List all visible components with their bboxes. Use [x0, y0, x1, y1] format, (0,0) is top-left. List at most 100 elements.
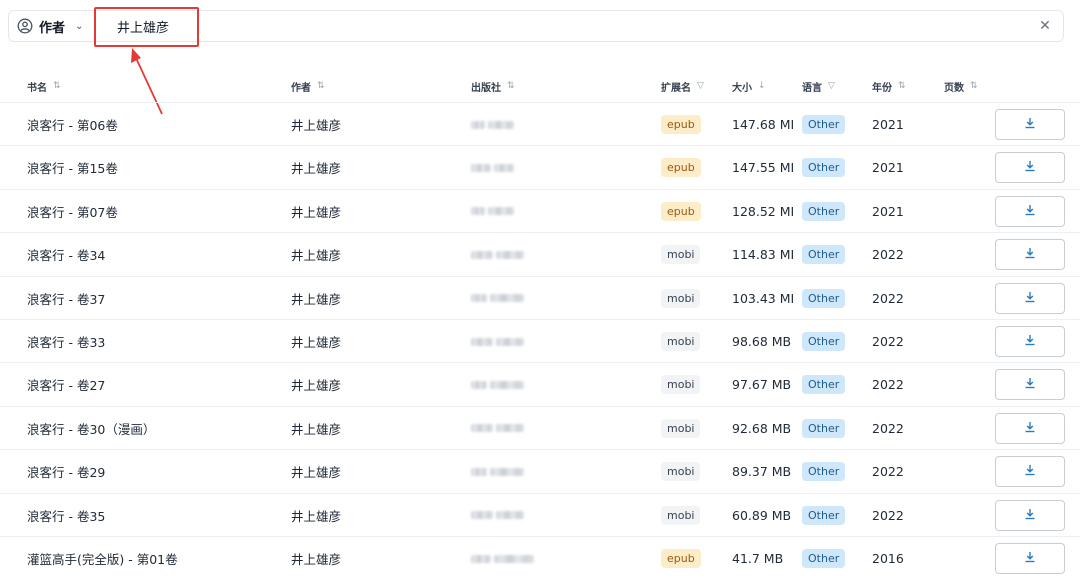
search-field-select[interactable]: 作者 ⌄ [17, 11, 83, 41]
book-title[interactable]: 浪客行 - 卷29 [27, 450, 105, 493]
download-button[interactable] [995, 282, 1065, 314]
language-badge: Other [802, 549, 846, 568]
download-cell [995, 494, 1065, 537]
search-bar: 作者 ⌄ ✕ [8, 10, 1064, 42]
extension-cell: epub [661, 146, 701, 189]
publisher-redacted [471, 146, 514, 189]
sort-icon: ⇅ [970, 81, 978, 91]
language-badge: Other [802, 462, 846, 482]
download-button[interactable] [995, 195, 1065, 227]
file-size: 89.37 MB [732, 464, 792, 480]
column-header-author[interactable]: 作者 ⇅ [291, 72, 325, 100]
file-size: 92.68 MB [732, 420, 792, 436]
column-header-pages[interactable]: 页数 ⇅ [944, 72, 978, 100]
book-title[interactable]: 浪客行 - 第07卷 [27, 190, 118, 233]
publisher-redacted [471, 277, 524, 320]
book-title[interactable]: 浪客行 - 第06卷 [27, 103, 118, 146]
table-row[interactable]: 浪客行 - 卷29 井上雄彦 mobi 89.37 MB Other 2022 [0, 449, 1080, 492]
download-button[interactable] [995, 543, 1065, 574]
year: 2022 [872, 420, 904, 436]
search-input[interactable] [107, 11, 927, 41]
year: 2022 [872, 290, 904, 306]
book-title[interactable]: 浪客行 - 卷30（漫画） [27, 407, 155, 450]
download-button[interactable] [995, 412, 1065, 444]
publisher-redacted [471, 233, 524, 276]
table-row[interactable]: 浪客行 - 第06卷 井上雄彦 epub 147.68 MI Other 2021 [0, 102, 1080, 145]
column-header-language[interactable]: 语言 ▽ [802, 72, 835, 100]
language-cell: Other [802, 146, 846, 189]
chevron-down-icon: ⌄ [75, 20, 84, 32]
extension-badge: mobi [661, 462, 701, 482]
extension-badge: epub [661, 549, 701, 568]
column-header-publisher[interactable]: 出版社 ⇅ [471, 72, 515, 100]
table-row[interactable]: 浪客行 - 卷37 井上雄彦 mobi 103.43 MI Other 2022 [0, 275, 1080, 320]
book-author: 井上雄彦 [291, 118, 342, 133]
sort-icon: ⇅ [53, 81, 61, 91]
download-button[interactable] [995, 152, 1065, 184]
download-cell [995, 146, 1065, 189]
download-icon [1024, 334, 1036, 349]
download-button[interactable] [995, 369, 1065, 401]
close-icon[interactable]: ✕ [1035, 11, 1055, 41]
language-badge: Other [802, 158, 846, 178]
book-title[interactable]: 浪客行 - 卷37 [27, 277, 105, 320]
search-field-label: 作者 [39, 20, 66, 36]
download-button[interactable] [995, 456, 1065, 488]
book-author: 井上雄彦 [291, 248, 342, 264]
file-size: 97.67 MB [732, 377, 792, 393]
download-cell [995, 233, 1065, 276]
download-cell [995, 277, 1065, 320]
download-button[interactable] [995, 499, 1065, 531]
book-title[interactable]: 灌篮高手(完全版) - 第01卷 [27, 537, 178, 580]
book-author: 井上雄彦 [291, 161, 342, 177]
table-row[interactable]: 浪客行 - 卷33 井上雄彦 mobi 98.68 MB Other 2022 [0, 319, 1080, 362]
column-header-year[interactable]: 年份 ⇅ [872, 72, 906, 100]
download-cell [995, 103, 1065, 146]
publisher-redacted [471, 320, 524, 363]
download-button[interactable] [995, 109, 1065, 140]
year: 2021 [872, 117, 904, 132]
book-author: 井上雄彦 [291, 291, 342, 307]
table-row[interactable]: 浪客行 - 卷34 井上雄彦 mobi 114.83 MI Other 2022 [0, 232, 1080, 275]
download-icon [1024, 551, 1036, 566]
table-row[interactable]: 浪客行 - 第15卷 井上雄彦 epub 147.55 MI Other 2021 [0, 145, 1080, 188]
table-row[interactable]: 浪客行 - 卷35 井上雄彦 mobi 60.89 MB Other 2022 [0, 492, 1080, 537]
sort-icon: ⇅ [507, 81, 515, 91]
sort-desc-icon: ↓ [758, 81, 766, 91]
extension-badge: mobi [661, 375, 701, 395]
download-icon [1024, 160, 1036, 175]
book-title[interactable]: 浪客行 - 第15卷 [27, 146, 118, 189]
download-button[interactable] [995, 326, 1065, 357]
download-cell [995, 407, 1065, 450]
table-row[interactable]: 浪客行 - 卷27 井上雄彦 mobi 97.67 MB Other 2022 [0, 362, 1080, 405]
language-badge: Other [802, 418, 846, 438]
language-badge: Other [802, 505, 846, 525]
extension-cell: epub [661, 103, 701, 146]
extension-badge: mobi [661, 505, 701, 525]
book-title[interactable]: 浪客行 - 卷27 [27, 363, 105, 406]
book-title[interactable]: 浪客行 - 卷35 [27, 494, 105, 537]
file-size: 98.68 MB [732, 334, 792, 349]
column-header-size[interactable]: 大小 ↓ [732, 72, 766, 100]
column-header-extension[interactable]: 扩展名 ▽ [661, 72, 704, 100]
file-size: 147.55 MI [732, 160, 795, 176]
year: 2022 [872, 507, 904, 523]
sort-icon: ⇅ [898, 81, 906, 91]
table-row[interactable]: 灌篮高手(完全版) - 第01卷 井上雄彦 epub 41.7 MB Other 2016 [0, 536, 1080, 579]
language-cell: Other [802, 233, 846, 276]
extension-badge: mobi [661, 418, 701, 438]
table-row[interactable]: 浪客行 - 卷30（漫画） 井上雄彦 mobi 92.68 MB Other 2022 [0, 405, 1080, 450]
language-cell: Other [802, 363, 846, 406]
download-cell [995, 537, 1065, 580]
language-badge: Other [802, 375, 846, 395]
download-button[interactable] [995, 239, 1065, 271]
language-cell: Other [802, 277, 846, 320]
column-header-title[interactable]: 书名 ⇅ [27, 72, 61, 100]
extension-cell: mobi [661, 450, 701, 493]
book-title[interactable]: 浪客行 - 卷33 [27, 320, 105, 363]
table-row[interactable]: 浪客行 - 第07卷 井上雄彦 epub 128.52 MI Other 2021 [0, 188, 1080, 233]
book-title[interactable]: 浪客行 - 卷34 [27, 233, 105, 276]
download-icon [1024, 117, 1036, 132]
extension-badge: epub [661, 201, 701, 221]
book-author: 井上雄彦 [291, 378, 342, 394]
